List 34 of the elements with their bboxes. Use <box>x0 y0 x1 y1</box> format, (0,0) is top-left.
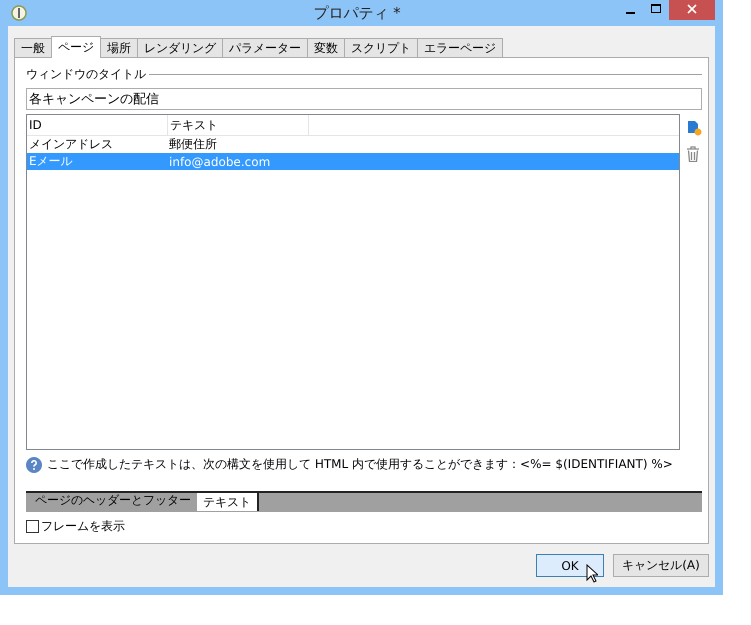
tab[interactable]: 場所 <box>100 38 138 58</box>
list-cell-text: メインアドレス <box>28 136 114 153</box>
tab[interactable]: 一般 <box>14 38 52 58</box>
tab[interactable]: 変数 <box>307 38 345 58</box>
tab[interactable]: レンダリング <box>137 38 223 58</box>
group-label: ウィンドウのタイトル <box>26 66 146 83</box>
add-document-icon[interactable] <box>686 118 702 136</box>
tab[interactable]: パラメーター <box>222 38 308 58</box>
trash-icon[interactable] <box>686 146 700 162</box>
hint-text: ここで作成したテキストは、次の構文を使用して HTML 内で使用することができます：<%= $(IDENTIFIANT) %> <box>47 456 673 473</box>
tab[interactable]: ページ <box>51 36 101 58</box>
list-cell-text: info@adobe.com <box>168 154 272 170</box>
minimize-icon <box>626 12 634 14</box>
tab[interactable]: ページのヘッダーとフッター <box>29 491 197 510</box>
checkbox[interactable] <box>26 520 39 533</box>
title-field[interactable]: 各キャンペーンの配信 <box>26 88 702 110</box>
dialog-button[interactable]: OK <box>536 554 604 577</box>
column-header[interactable]: テキスト <box>168 115 309 135</box>
column-header[interactable]: ID <box>27 115 168 135</box>
tab[interactable]: スクリプト <box>344 38 418 58</box>
window-title: プロパティ * <box>313 4 401 22</box>
tab[interactable]: エラーページ <box>417 38 503 58</box>
checkbox-label: フレームを表示 <box>41 518 125 535</box>
app-icon <box>11 5 27 21</box>
help-icon <box>26 456 42 472</box>
close-button[interactable] <box>669 0 715 20</box>
cursor-icon <box>586 564 598 583</box>
close-icon <box>687 4 697 14</box>
list-cell-text: 郵便住所 <box>168 136 218 153</box>
dialog-button[interactable]: キャンセル(A) <box>613 554 709 577</box>
maximize-icon <box>651 4 661 14</box>
list-row[interactable]: メインアドレス 郵便住所 <box>27 136 679 153</box>
tab[interactable]: テキスト <box>197 491 259 511</box>
list-cell-text: Eメール <box>28 153 74 170</box>
